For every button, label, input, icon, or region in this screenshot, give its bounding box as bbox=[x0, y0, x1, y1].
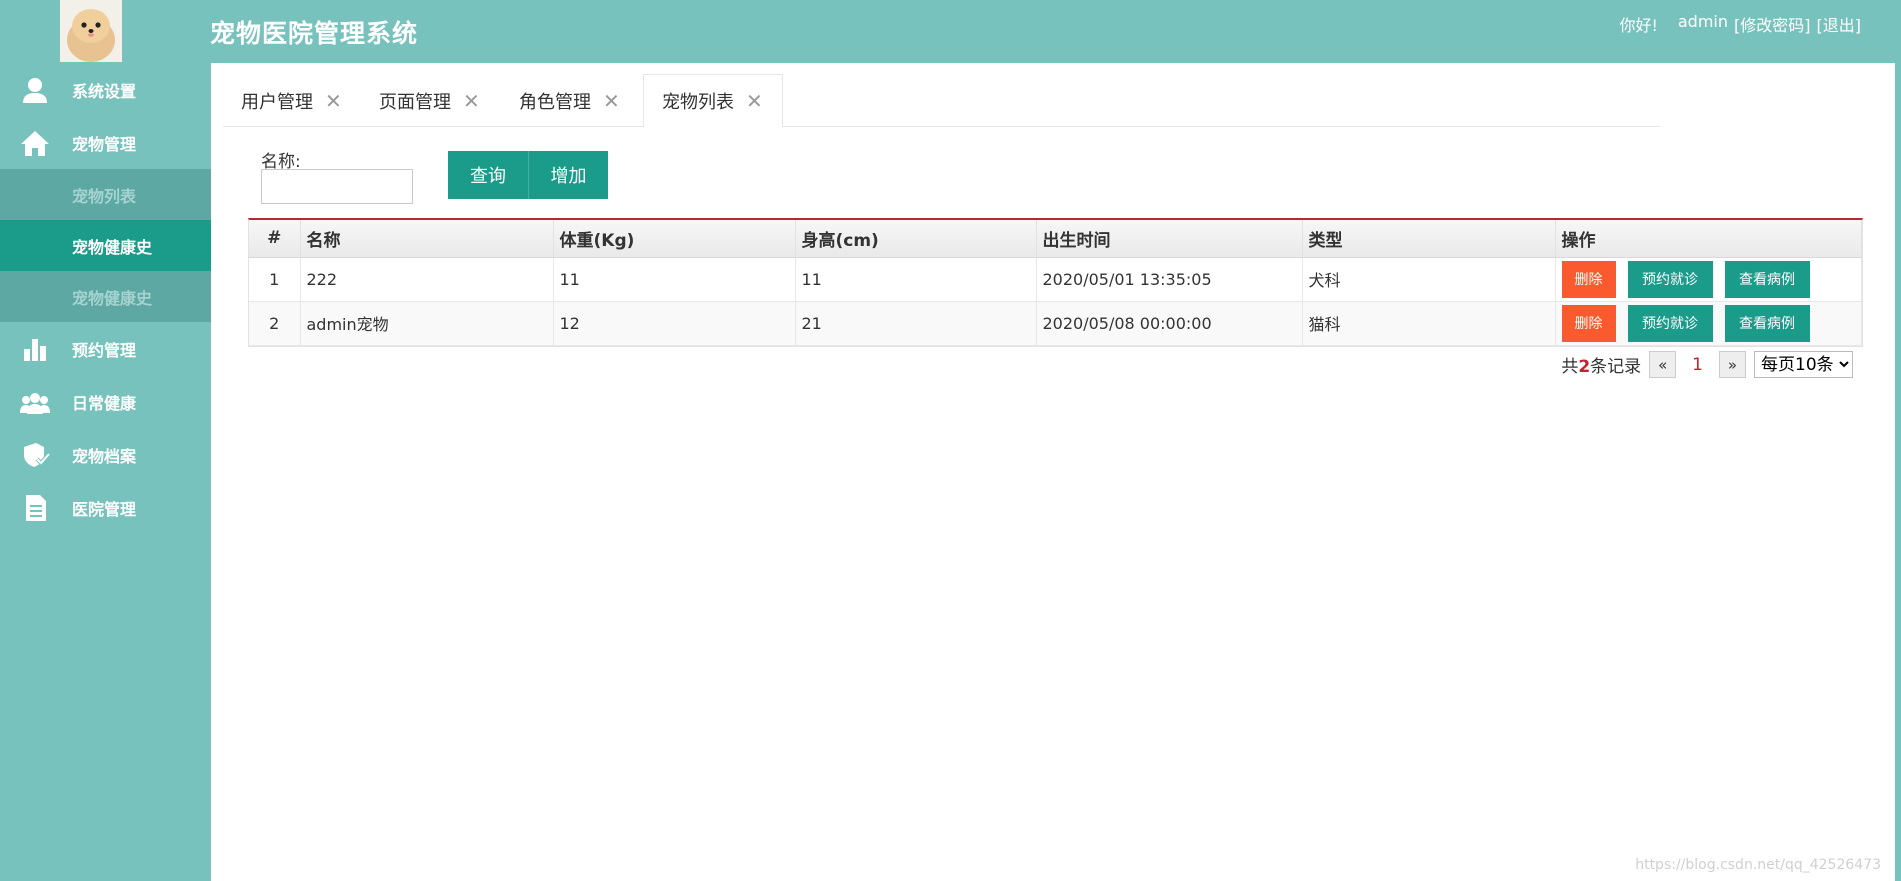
cell-type: 猫科 bbox=[1302, 301, 1556, 346]
close-icon[interactable]: ✕ bbox=[325, 89, 342, 113]
sidebar-subitem-health-history-2[interactable]: 宠物健康史 bbox=[0, 271, 211, 322]
close-icon[interactable]: ✕ bbox=[463, 89, 480, 113]
record-count: 共2条记录 bbox=[1561, 352, 1641, 377]
sidebar-item-label: 日常健康 bbox=[72, 393, 137, 413]
sidebar-item-label: 宠物管理 bbox=[72, 134, 137, 154]
column-header: 名称 bbox=[300, 220, 554, 258]
avatar bbox=[60, 0, 122, 62]
tab-pet-list[interactable]: 宠物列表 ✕ bbox=[643, 74, 783, 128]
delete-button[interactable]: 删除 bbox=[1561, 304, 1616, 342]
cell-actions: 删除 预约就诊 查看病例 bbox=[1555, 301, 1862, 346]
sidebar-item-label: 宠物列表 bbox=[72, 186, 137, 206]
cell-num: 2 bbox=[249, 301, 301, 346]
query-button[interactable]: 查询 bbox=[448, 151, 528, 199]
home-icon bbox=[20, 129, 50, 157]
cell-weight: 11 bbox=[553, 257, 796, 302]
delete-button[interactable]: 删除 bbox=[1561, 260, 1616, 298]
cell-name: 222 bbox=[300, 257, 554, 302]
close-icon[interactable]: ✕ bbox=[603, 89, 620, 113]
column-header: 体重(Kg) bbox=[553, 220, 796, 258]
search-button-group: 查询 增加 bbox=[448, 151, 608, 199]
tab-bar: 用户管理 ✕ 页面管理 ✕ 角色管理 ✕ 宠物列表 ✕ bbox=[223, 74, 1660, 128]
cell-name: admin宠物 bbox=[300, 301, 554, 346]
sidebar-item-label: 宠物健康史 bbox=[72, 288, 153, 308]
sidebar-item-pet-records[interactable]: 宠物档案 bbox=[0, 428, 211, 481]
page-number[interactable]: 1 bbox=[1684, 355, 1711, 375]
tab-label: 页面管理 bbox=[379, 91, 451, 113]
sidebar-item-appointments[interactable]: 预约管理 bbox=[0, 322, 211, 375]
close-icon[interactable]: ✕ bbox=[746, 89, 763, 113]
right-edge-strip bbox=[1895, 0, 1901, 881]
prev-page-button[interactable]: « bbox=[1649, 351, 1677, 378]
sidebar: 系统设置 宠物管理 宠物列表 宠物健康史 宠物健康史 预约管理 日常健康 宠物档… bbox=[0, 63, 211, 881]
change-password-link[interactable]: [修改密码] bbox=[1734, 12, 1811, 36]
name-search-input[interactable] bbox=[261, 169, 413, 204]
sidebar-item-label: 宠物健康史 bbox=[72, 237, 153, 257]
sidebar-item-hospital-management[interactable]: 医院管理 bbox=[0, 481, 211, 534]
tab-label: 宠物列表 bbox=[662, 92, 734, 113]
page-size-select[interactable]: 每页10条 bbox=[1754, 351, 1853, 378]
app-title: 宠物医院管理系统 bbox=[210, 19, 419, 48]
book-appointment-button[interactable]: 预约就诊 bbox=[1627, 304, 1713, 342]
sidebar-subitem-health-history[interactable]: 宠物健康史 bbox=[0, 220, 211, 271]
tab-user-management[interactable]: 用户管理 ✕ bbox=[223, 74, 361, 127]
record-count-prefix: 共 bbox=[1561, 357, 1579, 377]
user-icon bbox=[20, 76, 50, 104]
column-header: 出生时间 bbox=[1036, 220, 1303, 258]
user-bar: 你好! admin [修改密码] [退出] bbox=[1619, 12, 1861, 36]
book-appointment-button[interactable]: 预约就诊 bbox=[1627, 260, 1713, 298]
sidebar-item-pet-management[interactable]: 宠物管理 bbox=[0, 116, 211, 169]
record-total: 2 bbox=[1578, 357, 1591, 377]
sidebar-item-label: 宠物档案 bbox=[72, 446, 137, 466]
sidebar-item-system-settings[interactable]: 系统设置 bbox=[0, 63, 211, 116]
cell-type: 犬科 bbox=[1302, 257, 1556, 302]
sidebar-item-label: 系统设置 bbox=[72, 81, 137, 101]
greeting-text: 你好! bbox=[1619, 16, 1658, 35]
logout-link[interactable]: [退出] bbox=[1817, 12, 1862, 36]
table-row: 1 222 11 11 2020/05/01 13:35:05 犬科 删除 预约… bbox=[249, 257, 1862, 302]
tab-role-management[interactable]: 角色管理 ✕ bbox=[501, 74, 641, 127]
sidebar-subitem-pet-list[interactable]: 宠物列表 bbox=[0, 169, 211, 220]
cell-height: 11 bbox=[795, 257, 1037, 302]
sidebar-item-daily-health[interactable]: 日常健康 bbox=[0, 375, 211, 428]
watermark: https://blog.csdn.net/qq_42526473 bbox=[1635, 857, 1881, 873]
tab-label: 角色管理 bbox=[519, 91, 591, 113]
table-header-row: # 名称 体重(Kg) 身高(cm) 出生时间 类型 操作 bbox=[249, 220, 1862, 258]
record-count-suffix: 条记录 bbox=[1590, 357, 1642, 377]
next-page-button[interactable]: » bbox=[1719, 351, 1746, 378]
bar-chart-icon bbox=[20, 335, 50, 363]
top-header: 宠物医院管理系统 你好! admin [修改密码] [退出] bbox=[0, 0, 1901, 63]
cell-birth: 2020/05/08 00:00:00 bbox=[1036, 301, 1303, 346]
column-header: 操作 bbox=[1555, 220, 1862, 258]
badge-check-icon bbox=[20, 441, 51, 469]
column-header: 类型 bbox=[1302, 220, 1556, 258]
username-text: admin bbox=[1677, 12, 1728, 31]
tab-page-management[interactable]: 页面管理 ✕ bbox=[361, 74, 501, 127]
group-icon bbox=[20, 388, 50, 416]
tab-label: 用户管理 bbox=[241, 91, 313, 113]
cell-num: 1 bbox=[249, 257, 301, 302]
cell-actions: 删除 预约就诊 查看病例 bbox=[1555, 257, 1862, 302]
add-button[interactable]: 增加 bbox=[528, 151, 608, 199]
column-header: 身高(cm) bbox=[795, 220, 1037, 258]
cell-birth: 2020/05/01 13:35:05 bbox=[1036, 257, 1303, 302]
sidebar-item-label: 预约管理 bbox=[72, 340, 137, 360]
table-row: 2 admin宠物 12 21 2020/05/08 00:00:00 猫科 删… bbox=[249, 301, 1862, 346]
pet-table: # 名称 体重(Kg) 身高(cm) 出生时间 类型 操作 1 222 11 1… bbox=[248, 218, 1863, 347]
column-header: # bbox=[249, 220, 301, 258]
view-cases-button[interactable]: 查看病例 bbox=[1724, 260, 1810, 298]
pagination: 共2条记录 « 1 » 每页10条 bbox=[1561, 351, 1853, 378]
document-icon bbox=[20, 494, 50, 522]
cell-height: 21 bbox=[795, 301, 1037, 346]
sidebar-item-label: 医院管理 bbox=[72, 499, 137, 519]
cell-weight: 12 bbox=[553, 301, 796, 346]
view-cases-button[interactable]: 查看病例 bbox=[1724, 304, 1810, 342]
